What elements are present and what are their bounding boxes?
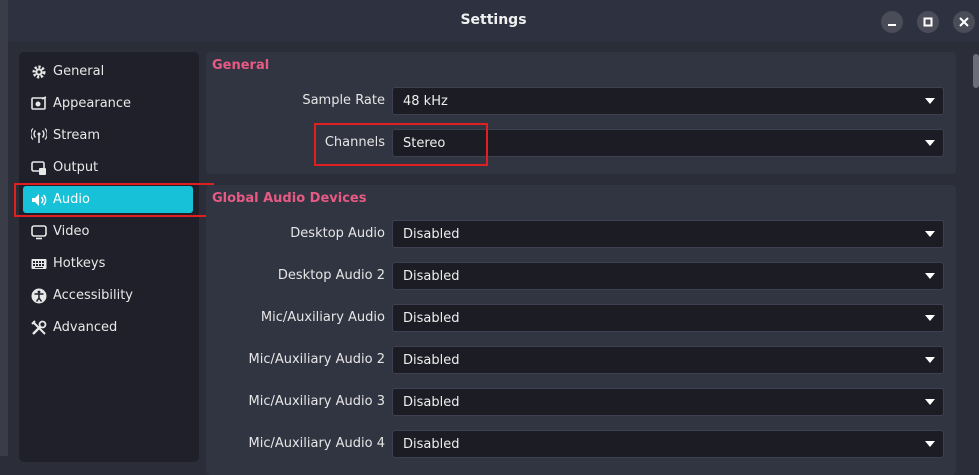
desktop-audio-2-label: Desktop Audio 2	[277, 268, 385, 283]
chevron-down-icon	[925, 273, 935, 279]
accessibility-icon	[31, 288, 47, 304]
sidebar-item-label: Video	[53, 224, 90, 239]
sidebar-item-label: General	[53, 64, 105, 79]
vertical-scrollbar[interactable]	[972, 52, 979, 456]
sidebar-item-label: Accessibility	[53, 288, 133, 303]
sidebar-item-advanced[interactable]: Advanced	[23, 314, 193, 341]
mic-aux-audio-4-label: Mic/Auxiliary Audio 4	[248, 436, 385, 451]
mic-aux-audio-2-value: Disabled	[403, 352, 460, 368]
sidebar-item-label: Output	[53, 160, 99, 175]
minimize-button[interactable]	[881, 11, 903, 33]
maximize-button[interactable]	[917, 11, 939, 33]
sidebar-item-video[interactable]: Video	[23, 218, 193, 245]
mic-aux-audio-2-dropdown[interactable]: Disabled	[392, 346, 944, 374]
sidebar-item-stream[interactable]: Stream	[23, 122, 193, 149]
chevron-down-icon	[925, 441, 935, 447]
title-bar: Settings	[8, 0, 979, 42]
window-title: Settings	[460, 12, 527, 28]
chevron-down-icon	[925, 315, 935, 321]
sidebar-item-accessibility[interactable]: Accessibility	[23, 282, 193, 309]
desktop-audio-dropdown[interactable]: Disabled	[392, 220, 944, 248]
sample-rate-label: Sample Rate	[302, 93, 385, 108]
desktop-audio-label: Desktop Audio	[290, 226, 385, 241]
sidebar-item-label: Stream	[53, 128, 101, 143]
appearance-icon	[31, 95, 47, 112]
audio-highlight-box	[14, 183, 214, 217]
chevron-down-icon	[925, 399, 935, 405]
tools-icon	[31, 319, 47, 336]
mic-aux-audio-4-dropdown[interactable]: Disabled	[392, 430, 944, 458]
desktop-audio-2-value: Disabled	[403, 268, 460, 284]
sample-rate-dropdown[interactable]: 48 kHz	[392, 87, 944, 115]
chevron-down-icon	[925, 140, 935, 146]
keyboard-icon	[31, 256, 47, 272]
chevron-down-icon	[925, 231, 935, 237]
chevron-down-icon	[925, 357, 935, 363]
gear-icon	[31, 64, 47, 80]
monitor-icon	[31, 224, 47, 240]
sample-rate-value: 48 kHz	[403, 93, 448, 109]
sidebar-item-output[interactable]: Output	[23, 154, 193, 181]
desktop-audio-2-dropdown[interactable]: Disabled	[392, 262, 944, 290]
sidebar-item-general[interactable]: General	[23, 58, 193, 85]
settings-window: Settings General Appearance Stream Outpu…	[8, 0, 979, 475]
minimize-icon	[888, 24, 896, 26]
channels-highlight-box	[314, 123, 488, 166]
maximize-icon	[923, 17, 933, 27]
audio-settings-panel: General Sample Rate 48 kHz Channels Ster…	[206, 52, 958, 475]
sidebar-item-label: Appearance	[53, 96, 132, 111]
close-button[interactable]	[953, 11, 975, 33]
desktop-audio-value: Disabled	[403, 226, 460, 242]
global-audio-devices-group: Global Audio Devices Desktop Audio Disab…	[206, 185, 956, 475]
broadcast-icon	[31, 127, 47, 144]
sidebar-item-appearance[interactable]: Appearance	[23, 90, 193, 117]
scrollbar-thumb[interactable]	[973, 54, 979, 88]
settings-sidebar: General Appearance Stream Output Audio V…	[19, 52, 199, 462]
mic-aux-audio-3-label: Mic/Auxiliary Audio 3	[248, 394, 385, 409]
sidebar-item-label: Hotkeys	[53, 256, 106, 271]
sidebar-item-hotkeys[interactable]: Hotkeys	[23, 250, 193, 277]
close-icon	[959, 17, 969, 27]
output-icon	[31, 160, 47, 176]
chevron-down-icon	[925, 98, 935, 104]
mic-aux-audio-3-value: Disabled	[403, 394, 460, 410]
mic-aux-audio-3-dropdown[interactable]: Disabled	[392, 388, 944, 416]
general-group-title: General	[212, 58, 270, 73]
sidebar-item-label: Advanced	[53, 320, 118, 335]
background-window-edge	[0, 0, 8, 456]
mic-aux-audio-dropdown[interactable]: Disabled	[392, 304, 944, 332]
mic-aux-audio-value: Disabled	[403, 310, 460, 326]
mic-aux-audio-2-label: Mic/Auxiliary Audio 2	[248, 352, 385, 367]
devices-group-title: Global Audio Devices	[212, 191, 367, 206]
mic-aux-audio-label: Mic/Auxiliary Audio	[260, 310, 385, 325]
mic-aux-audio-4-value: Disabled	[403, 436, 460, 452]
